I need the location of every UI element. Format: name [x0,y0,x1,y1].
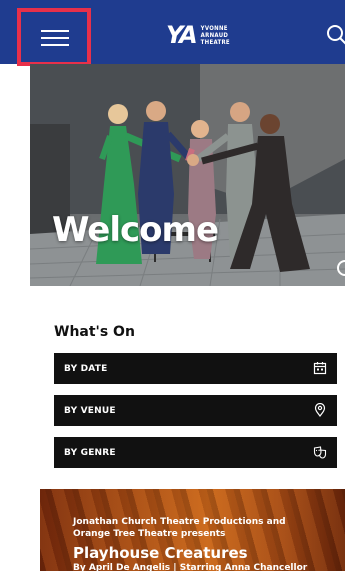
logo-mark: YA [166,21,198,49]
hamburger-menu-icon [41,26,69,50]
logo-line-2: ARNAUD [200,31,229,39]
theatre-masks-icon [313,446,327,459]
whats-on-title: What's On [54,324,135,340]
location-pin-icon [314,403,326,417]
site-logo[interactable]: YA YVONNE ARNAUD THEATRE [166,22,230,48]
hero-banner: Welcome [30,64,345,286]
promo-title: Playhouse Creatures [73,544,248,562]
filter-by-genre-label: BY GENRE [64,447,116,458]
promo-credit: By April De Angelis | Starring Anna Chan… [73,563,308,571]
filter-by-date-button[interactable]: BY DATE [54,353,337,384]
calendar-icon [313,362,327,375]
filter-by-genre-button[interactable]: BY GENRE [54,437,337,468]
hero-heading: Welcome [52,210,219,250]
search-icon [327,25,345,45]
logo-wordmark: YVONNE ARNAUD THEATRE [201,25,230,46]
promo-presenter: Jonathan Church Theatre Productions and … [73,517,286,539]
hero-image [30,64,345,286]
filter-by-date-label: BY DATE [64,363,108,374]
search-button[interactable] [326,24,345,46]
logo-line-1: YVONNE [200,24,228,32]
site-header: YA YVONNE ARNAUD THEATRE [0,0,345,66]
show-promo-card[interactable]: Jonathan Church Theatre Productions and … [40,489,345,571]
filter-by-venue-button[interactable]: BY VENUE [54,395,337,426]
menu-button[interactable] [17,8,91,66]
filter-by-venue-label: BY VENUE [64,405,116,416]
logo-line-3: THEATRE [200,38,230,46]
